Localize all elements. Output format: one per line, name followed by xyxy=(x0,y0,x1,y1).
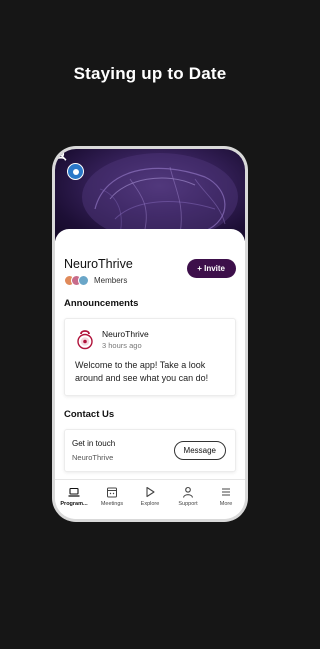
invite-button[interactable]: + Invite xyxy=(187,259,236,278)
tab-programs[interactable]: Program... xyxy=(56,486,92,507)
tab-label: Support xyxy=(178,501,198,507)
message-button[interactable]: Message xyxy=(173,441,226,460)
tab-support[interactable]: Support xyxy=(170,486,206,507)
hero-banner xyxy=(55,149,245,241)
calendar-icon xyxy=(107,487,117,498)
brain-image xyxy=(82,153,238,241)
announcements-title: Announcements xyxy=(64,298,139,309)
phone-frame: NeuroThrive Members + Invite Announcemen… xyxy=(52,146,248,522)
tab-meetings[interactable]: Meetings xyxy=(94,486,130,507)
person-icon xyxy=(182,486,194,498)
avatar[interactable] xyxy=(67,163,84,180)
contact-title: Contact Us xyxy=(64,409,115,420)
account-icon[interactable] xyxy=(55,149,67,161)
play-icon xyxy=(146,486,155,498)
tab-label: More xyxy=(219,501,233,507)
community-name: NeuroThrive xyxy=(64,257,133,271)
tab-label: Meetings xyxy=(100,501,124,507)
community-sheet: NeuroThrive Members + Invite Announcemen… xyxy=(55,229,245,479)
community-info: NeuroThrive Members xyxy=(64,257,133,286)
promo-title: Staying up to Date xyxy=(73,64,227,83)
contact-info: Get in touch NeuroThrive xyxy=(72,439,115,462)
contact-card: Get in touch NeuroThrive Message xyxy=(64,429,236,472)
member-avatar xyxy=(78,275,89,286)
community-header: NeuroThrive Members + Invite xyxy=(64,257,236,286)
announcement-meta: NeuroThrive 3 hours ago xyxy=(102,329,149,350)
tab-more[interactable]: More xyxy=(208,486,244,507)
member-avatars xyxy=(64,275,89,286)
kettlebell-logo-icon xyxy=(77,330,93,350)
announcement-body: Welcome to the app! Take a look around a… xyxy=(75,360,209,383)
contact-subtitle: NeuroThrive xyxy=(72,453,114,462)
announcement-time: 3 hours ago xyxy=(102,340,142,350)
menu-icon xyxy=(222,488,230,496)
tab-label: Program... xyxy=(60,501,88,507)
tab-explore[interactable]: Explore xyxy=(132,486,168,507)
members-row[interactable]: Members xyxy=(64,275,133,286)
contact-heading: Get in touch xyxy=(72,439,116,448)
phone-screen: NeuroThrive Members + Invite Announcemen… xyxy=(55,149,245,519)
announcement-author: NeuroThrive xyxy=(102,328,149,339)
announcement-header: NeuroThrive 3 hours ago xyxy=(75,328,225,350)
bottom-tab-bar: Program... Meetings Explore Support More xyxy=(55,479,245,519)
announcement-card[interactable]: NeuroThrive 3 hours ago Welcome to the a… xyxy=(64,318,236,396)
members-label: Members xyxy=(94,276,128,285)
tab-label: Explore xyxy=(140,501,160,507)
laptop-icon xyxy=(68,487,80,497)
